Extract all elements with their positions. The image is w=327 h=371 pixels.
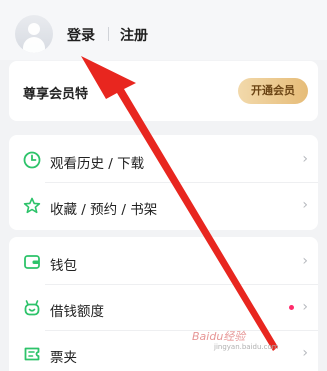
vip-card[interactable]: 尊享会员特 开通会员 [9, 61, 318, 121]
menu-item-ticket[interactable]: 票夹 › [9, 331, 318, 371]
chevron-right-icon: › [302, 151, 308, 167]
menu-item-loan[interactable]: 借钱额度 › [9, 285, 318, 331]
menu-item-favorites[interactable]: 收藏 / 预约 / 书架 › [9, 183, 318, 229]
avatar[interactable] [15, 15, 53, 53]
star-icon [23, 197, 41, 214]
watermark-text: Baidu经验 [192, 330, 246, 343]
chevron-right-icon: › [302, 299, 308, 315]
login-register-divider [108, 27, 109, 41]
menu-item-label: 观看历史 / 下载 [50, 156, 145, 172]
clock-icon [23, 151, 41, 169]
chevron-right-icon: › [302, 253, 308, 269]
menu-card-media: 观看历史 / 下载 › 收藏 / 预约 / 书架 › [9, 135, 318, 230]
menu-item-history-download[interactable]: 观看历史 / 下载 › [9, 137, 318, 183]
menu-item-label: 票夹 [50, 350, 77, 366]
avatar-body-shape [23, 37, 45, 53]
login-link[interactable]: 登录 [67, 25, 95, 45]
menu-item-label: 借钱额度 [50, 304, 104, 320]
loan-icon [24, 300, 40, 316]
menu-item-label: 收藏 / 预约 / 书架 [50, 202, 158, 218]
chevron-right-icon: › [302, 197, 308, 213]
avatar-head-shape [28, 23, 40, 35]
vip-card-title: 尊享会员特 [23, 87, 89, 102]
open-vip-button[interactable]: 开通会员 [238, 78, 308, 104]
register-link[interactable]: 注册 [120, 25, 148, 45]
chevron-right-icon: › [302, 345, 308, 361]
notification-dot [289, 305, 294, 310]
account-header: 登录 注册 [0, 0, 327, 60]
watermark-url: jingyan.baidu.com [214, 343, 279, 351]
menu-item-label: 钱包 [50, 258, 77, 274]
menu-item-wallet[interactable]: 钱包 › [9, 239, 318, 285]
ticket-icon [24, 347, 40, 361]
wallet-icon [24, 255, 40, 269]
